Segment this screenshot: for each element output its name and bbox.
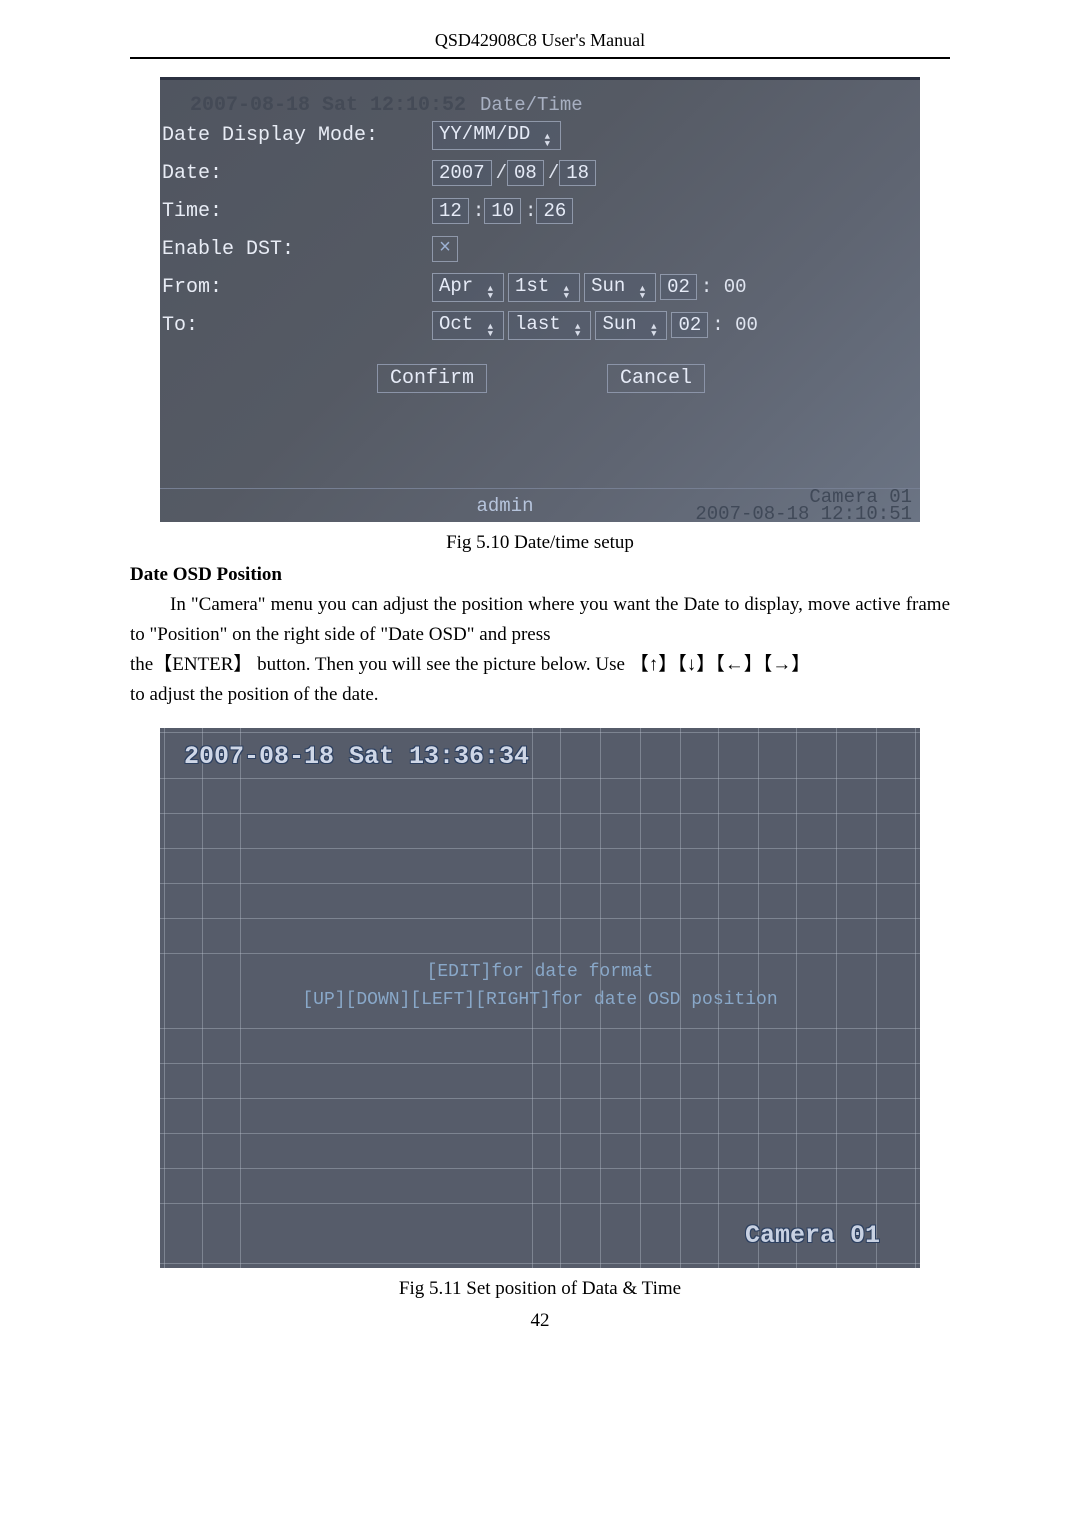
label-display-mode: Date Display Mode: [162,124,432,147]
spinner-icon: ▲▼ [564,286,569,300]
to-hour-field[interactable]: 02 [671,312,708,338]
spinner-icon: ▲▼ [488,286,493,300]
page-header: QSD42908C8 User's Manual [130,30,950,59]
spinner-icon: ▲▼ [575,324,580,338]
datetime-setup-screenshot: 2007-08-18 Sat 12:10:52 Date/Time Date D… [160,77,920,522]
instr-line-2: [UP][DOWN][LEFT][RIGHT]for date OSD posi… [160,986,920,1014]
slash-separator: / [548,162,559,184]
to-min-label: : 00 [712,314,758,336]
dst-checkbox[interactable]: × [432,236,458,262]
to-week-value: last [515,313,561,335]
to-day-value: Sun [602,313,636,335]
from-day-select[interactable]: Sun ▲▼ [584,273,656,302]
para-b: the【ENTER】 button. Then you will see the… [130,650,950,680]
status-bar: admin Camera 01 2007-08-18 12:10:51 [160,488,920,522]
time-h-field[interactable]: 12 [432,198,469,224]
label-to: To: [162,314,432,337]
date-month-field[interactable]: 08 [507,160,544,186]
spinner-icon: ▲▼ [651,324,656,338]
header-ghost: 2007-08-18 Sat 12:10:52 [190,94,466,117]
date-day-field[interactable]: 18 [559,160,596,186]
from-week-select[interactable]: 1st ▲▼ [508,273,580,302]
confirm-button[interactable]: Confirm [377,364,487,393]
to-day-select[interactable]: Sun ▲▼ [595,311,667,340]
to-month-value: Oct [439,313,473,335]
osd-position-screenshot: 2007-08-18 Sat 13:36:34 [EDIT]for date f… [160,728,920,1268]
from-month-select[interactable]: Apr ▲▼ [432,273,504,302]
time-m-field[interactable]: 10 [484,198,521,224]
label-date: Date: [162,162,432,185]
spinner-icon: ▲▼ [545,134,550,148]
from-day-value: Sun [591,275,625,297]
date-year-field[interactable]: 2007 [432,160,492,186]
to-month-select[interactable]: Oct ▲▼ [432,311,504,340]
status-right: Camera 01 2007-08-18 12:10:51 [650,489,920,523]
label-time: Time: [162,200,432,223]
fig2-caption: Fig 5.11 Set position of Data & Time [130,1278,950,1300]
fig1-caption: Fig 5.10 Date/time setup [130,532,950,554]
slash-separator: / [496,162,507,184]
fieldset-title: Date/Time [480,94,583,116]
para-c: to adjust the position of the date. [130,680,950,710]
camera-label-overlay: Camera 01 [745,1221,880,1250]
page-number: 42 [130,1310,950,1332]
colon-separator: : [525,200,536,222]
body-text: In "Camera" menu you can adjust the posi… [130,590,950,710]
instructions-text: [EDIT]for date format [UP][DOWN][LEFT][R… [160,958,920,1014]
from-week-value: 1st [515,275,549,297]
colon-separator: : [473,200,484,222]
from-min-label: : 00 [701,276,747,298]
time-s-field[interactable]: 26 [536,198,573,224]
label-enable-dst: Enable DST: [162,238,432,261]
display-mode-value: YY/MM/DD [439,123,530,145]
from-month-value: Apr [439,275,473,297]
from-hour-field[interactable]: 02 [660,274,697,300]
status-timestamp: 2007-08-18 12:10:51 [650,506,912,523]
para-a: In "Camera" menu you can adjust the posi… [130,590,950,650]
date-osd-overlay: 2007-08-18 Sat 13:36:34 [184,742,529,771]
label-from: From: [162,276,432,299]
cancel-button[interactable]: Cancel [607,364,705,393]
spinner-icon: ▲▼ [640,286,645,300]
display-mode-select[interactable]: YY/MM/DD ▲▼ [432,121,561,150]
instr-line-1: [EDIT]for date format [160,958,920,986]
status-user: admin [160,495,650,517]
spinner-icon: ▲▼ [488,324,493,338]
section-heading: Date OSD Position [130,564,950,586]
to-week-select[interactable]: last ▲▼ [508,311,591,340]
